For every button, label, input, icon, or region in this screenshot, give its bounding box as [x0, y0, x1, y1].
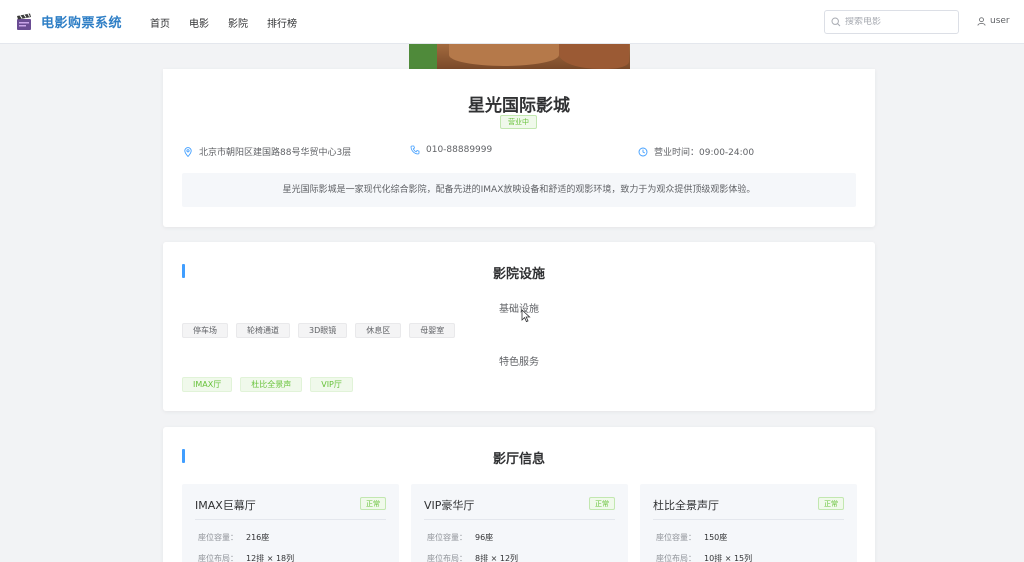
hall-status-badge: 正常: [360, 497, 386, 510]
halls-title: 影厅信息: [492, 452, 545, 467]
hall-card[interactable]: 杜比全景声厅 正常 座位容量： 150座 座位布局： 10排 × 15列: [640, 484, 857, 562]
hours-text: 营业时间：09:00-24:00: [654, 148, 755, 158]
hall-status-badge: 正常: [818, 497, 844, 510]
nav-home[interactable]: 首页: [150, 15, 170, 30]
special-services-tags: IMAX厅 杜比全景声 VIP厅: [182, 377, 361, 392]
facility-tag: 休息区: [355, 323, 402, 338]
phone-text: 010-88889999: [426, 145, 493, 155]
basic-facilities-tags: 停车场 轮椅通道 3D眼镜 休息区 母婴室: [182, 323, 463, 338]
film-clapper-icon: [17, 13, 31, 30]
search-icon: [831, 17, 841, 27]
cinema-poster-image: [409, 44, 630, 69]
nav-movies[interactable]: 电影: [189, 15, 209, 30]
username: user: [990, 16, 1010, 26]
clock-icon: [638, 147, 648, 156]
facility-tag: 3D眼镜: [298, 323, 348, 338]
cinema-name: 星光国际影城: [468, 96, 570, 116]
main-nav: 首页 电影 影院 排行榜: [150, 15, 316, 30]
service-tag: 杜比全景声: [240, 377, 303, 392]
hall-name: IMAX巨幕厅: [195, 499, 256, 512]
cinema-info-card: 星光国际影城 营业中 北京市朝阳区建国路88号华贸中心3层 010-888899…: [163, 69, 875, 227]
service-tag: VIP厅: [310, 377, 353, 392]
search-input[interactable]: [845, 17, 955, 27]
status-badge: 营业中: [500, 115, 537, 129]
mouse-cursor-icon: [521, 309, 531, 323]
facilities-title: 影院设施: [492, 267, 545, 282]
hall-capacity: 座位容量： 150座: [656, 533, 728, 542]
hall-capacity: 座位容量： 96座: [427, 533, 494, 542]
hall-list: IMAX巨幕厅 正常 座位容量： 216座 座位布局： 12排 × 18列 VIP豪…: [182, 484, 869, 562]
address-row: 北京市朝阳区建国路88号华贸中心3层: [183, 145, 351, 158]
basic-facilities-title: 基础设施: [499, 304, 539, 315]
hall-card[interactable]: VIP豪华厅 正常 座位容量： 96座 座位布局： 8排 × 12列: [411, 484, 628, 562]
top-navbar: 电影购票系统 首页 电影 影院 排行榜 user: [0, 0, 1024, 44]
app-title: 电影购票系统: [41, 16, 123, 31]
hall-layout: 座位布局： 10排 × 15列: [656, 554, 753, 562]
location-pin-icon: [184, 146, 192, 157]
nav-cinemas[interactable]: 影院: [228, 15, 248, 30]
facility-tag: 轮椅通道: [236, 323, 290, 338]
facility-tag: 母婴室: [409, 323, 456, 338]
hall-layout: 座位布局： 12排 × 18列: [198, 554, 295, 562]
hall-layout: 座位布局： 8排 × 12列: [427, 554, 519, 562]
divider: [653, 519, 844, 520]
hall-card[interactable]: IMAX巨幕厅 正常 座位容量： 216座 座位布局： 12排 × 18列: [182, 484, 399, 562]
phone-icon: [410, 145, 420, 155]
cinema-description: 星光国际影城是一家现代化综合影院，配备先进的IMAX放映设备和舒适的观影环境，致…: [182, 173, 856, 207]
facility-tag: 停车场: [182, 323, 228, 338]
divider: [424, 519, 615, 520]
phone-row: 010-88889999: [410, 145, 492, 155]
hall-name: VIP豪华厅: [424, 499, 475, 512]
special-services-title: 特色服务: [499, 357, 539, 368]
facilities-card: 影院设施 基础设施 停车场 轮椅通道 3D眼镜 休息区 母婴室 特色服务 IMA…: [163, 242, 875, 411]
service-tag: IMAX厅: [182, 377, 233, 392]
hall-name: 杜比全景声厅: [653, 499, 719, 512]
divider: [195, 519, 386, 520]
hours-row: 营业时间：09:00-24:00: [638, 145, 754, 158]
search-box[interactable]: [824, 10, 959, 34]
halls-card: 影厅信息 IMAX巨幕厅 正常 座位容量： 216座 座位布局： 12排 × 18列…: [163, 427, 875, 562]
address-text: 北京市朝阳区建国路88号华贸中心3层: [199, 148, 352, 158]
user-icon: [977, 16, 986, 26]
user-menu[interactable]: user: [977, 16, 1010, 26]
hall-capacity: 座位容量： 216座: [198, 533, 270, 542]
hall-status-badge: 正常: [589, 497, 615, 510]
nav-rankings[interactable]: 排行榜: [267, 15, 297, 30]
logo[interactable]: 电影购票系统: [16, 12, 122, 31]
